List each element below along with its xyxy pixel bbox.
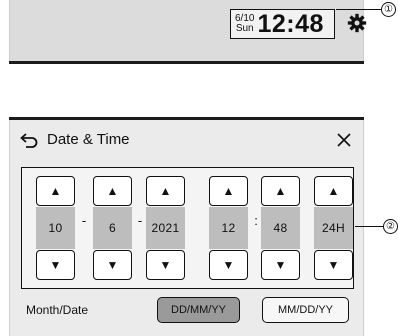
close-icon[interactable] <box>336 132 352 148</box>
day-column: ▲ 6 ▼ <box>93 176 132 280</box>
month-column: ▲ 10 ▼ <box>36 176 75 280</box>
clock-format-up-button[interactable]: ▲ <box>314 176 353 206</box>
clock-date: 6/10 Sun <box>235 14 254 34</box>
minute-down-button[interactable]: ▼ <box>261 250 300 280</box>
clock-display[interactable]: 6/10 Sun 12:48 <box>230 9 335 39</box>
day-up-button[interactable]: ▲ <box>93 176 132 206</box>
year-value: 2021 <box>146 207 185 249</box>
callout-line-2 <box>355 226 383 227</box>
hour-column: ▲ 12 ▼ <box>209 176 248 280</box>
hour-up-button[interactable]: ▲ <box>209 176 248 206</box>
clock-time: 12:48 <box>257 9 324 38</box>
callout-1: ① <box>381 2 396 17</box>
back-arrow-icon[interactable] <box>20 132 38 148</box>
dialog-title: Date & Time <box>47 131 130 148</box>
month-down-button[interactable]: ▼ <box>36 250 75 280</box>
minute-up-button[interactable]: ▲ <box>261 176 300 206</box>
minute-column: ▲ 48 ▼ <box>261 176 300 280</box>
year-down-button[interactable]: ▼ <box>146 250 185 280</box>
hour-down-button[interactable]: ▼ <box>209 250 248 280</box>
clock-format-down-button[interactable]: ▼ <box>314 250 353 280</box>
month-date-label: Month/Date <box>26 303 89 317</box>
dialog-header: Date & Time <box>10 120 363 162</box>
format-mm-dd-yy-button[interactable]: MM/DD/YY <box>262 297 349 323</box>
day-value: 6 <box>93 207 132 249</box>
hour-value: 12 <box>209 207 248 249</box>
status-bar: 6/10 Sun 12:48 <box>9 0 367 64</box>
callout-line-1 <box>336 9 381 10</box>
minute-value: 48 <box>261 207 300 249</box>
day-down-button[interactable]: ▼ <box>93 250 132 280</box>
format-dd-mm-yy-button[interactable]: DD/MM/YY <box>157 297 240 323</box>
year-up-button[interactable]: ▲ <box>146 176 185 206</box>
date-separator: - <box>137 212 143 228</box>
clock-format-column: ▲ 24H ▼ <box>314 176 353 280</box>
clock-weekday-text: Sun <box>235 23 254 34</box>
date-separator: - <box>81 212 87 228</box>
gear-icon[interactable] <box>347 13 367 33</box>
clock-format-value: 24H <box>314 207 353 249</box>
date-time-picker: ▲ 10 ▼ - ▲ 6 ▼ - ▲ 2021 ▼ ▲ 12 ▼ : ▲ 48 … <box>21 167 354 289</box>
month-up-button[interactable]: ▲ <box>36 176 75 206</box>
date-time-dialog: Date & Time ▲ 10 ▼ - ▲ 6 ▼ - ▲ 2021 ▼ ▲ … <box>9 117 364 336</box>
month-value: 10 <box>36 207 75 249</box>
year-column: ▲ 2021 ▼ <box>146 176 185 280</box>
callout-2: ② <box>383 219 398 234</box>
